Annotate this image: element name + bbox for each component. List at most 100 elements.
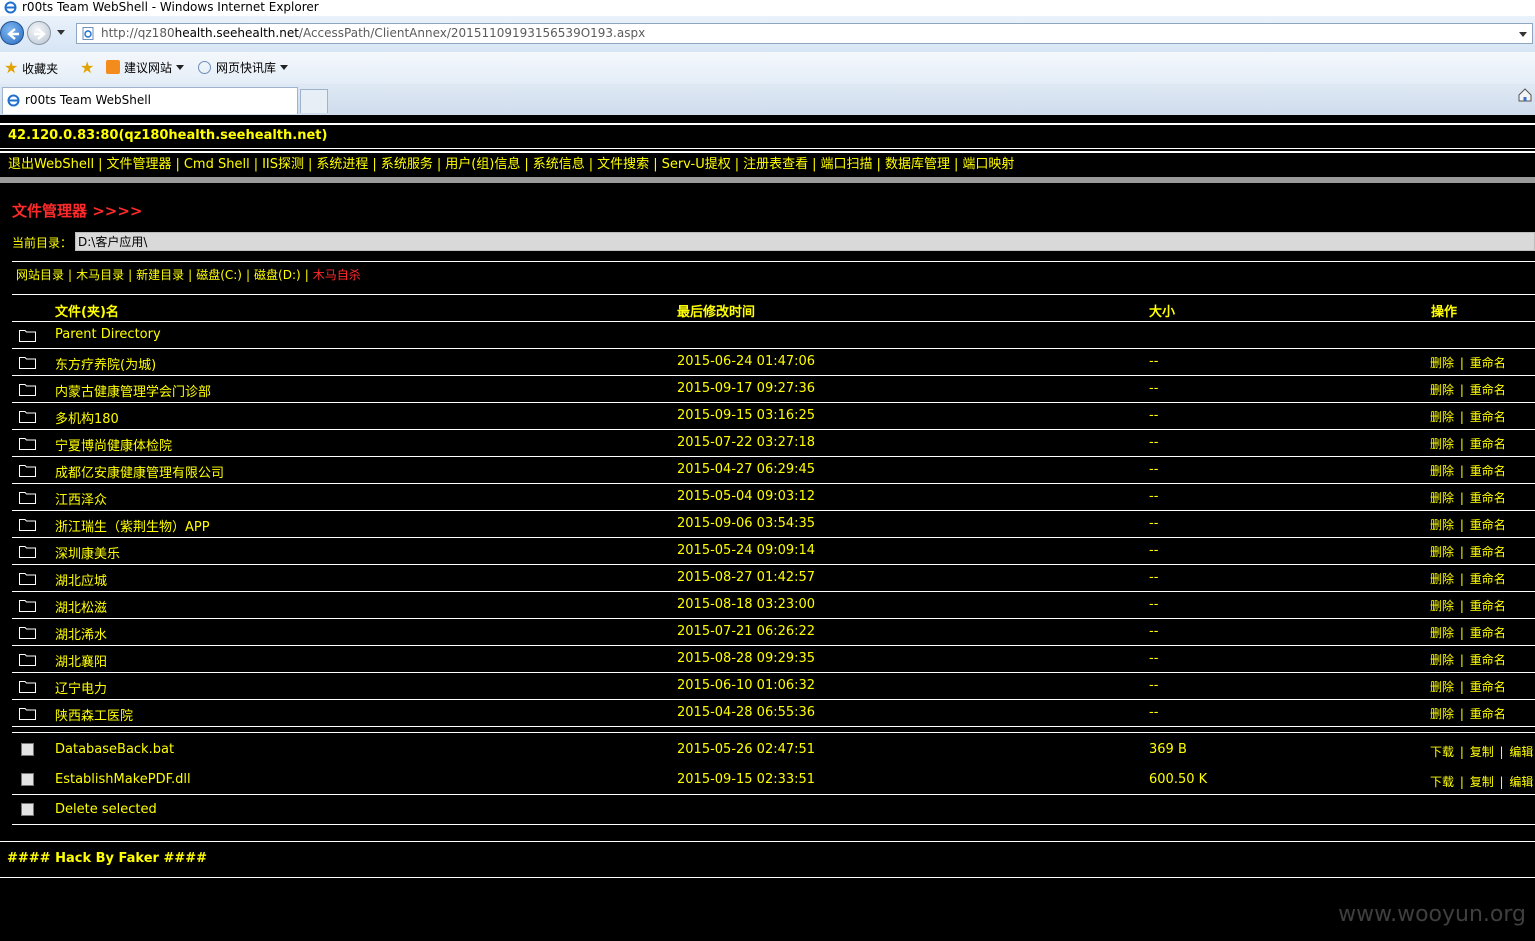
menu-services[interactable]: 系统服务 <box>381 157 433 172</box>
link-site-dir[interactable]: 网站目录 <box>16 268 64 282</box>
tab-webshell[interactable]: r00ts Team WebShell <box>2 87 298 114</box>
forward-button[interactable] <box>27 21 51 45</box>
new-tab-button[interactable] <box>300 89 328 113</box>
folder-name[interactable]: 宁夏博尚健康体检院 <box>55 435 172 454</box>
file-checkbox[interactable] <box>21 743 34 756</box>
file-name[interactable]: EstablishMakePDF.dll <box>55 772 191 787</box>
delete-link[interactable]: 删除 <box>1430 356 1454 370</box>
star-icon: ★ <box>4 58 19 77</box>
rename-link[interactable]: 重命名 <box>1470 680 1506 694</box>
rename-link[interactable]: 重命名 <box>1470 572 1506 586</box>
menu-db-manager[interactable]: 数据库管理 <box>885 157 950 172</box>
copy-link[interactable]: 复制 <box>1470 775 1494 789</box>
rename-link[interactable]: 重命名 <box>1470 356 1506 370</box>
rename-link[interactable]: 重命名 <box>1470 464 1506 478</box>
rename-link[interactable]: 重命名 <box>1470 599 1506 613</box>
link-kill-self[interactable]: 木马自杀 <box>313 268 361 282</box>
delete-link[interactable]: 删除 <box>1430 410 1454 424</box>
folder-name[interactable]: 湖北松滋 <box>55 597 107 616</box>
menu-exit-webshell[interactable]: 退出WebShell <box>8 157 94 172</box>
folder-name[interactable]: 多机构180 <box>55 408 119 427</box>
current-dir-input[interactable] <box>75 232 1535 251</box>
home-icon[interactable] <box>1517 87 1533 103</box>
delete-link[interactable]: 删除 <box>1430 599 1454 613</box>
folder-name[interactable]: 辽宁电力 <box>55 678 107 697</box>
folder-name[interactable]: 陕西森工医院 <box>55 705 133 724</box>
menu-registry[interactable]: 注册表查看 <box>743 157 808 172</box>
folder-name[interactable]: 湖北襄阳 <box>55 651 107 670</box>
menu-system-info[interactable]: 系统信息 <box>533 157 585 172</box>
edit-link[interactable]: 编辑 <box>1509 775 1533 789</box>
rename-link[interactable]: 重命名 <box>1470 545 1506 559</box>
file-size: 369 B <box>1149 742 1187 757</box>
link-new-dir[interactable]: 新建目录 <box>136 268 184 282</box>
menu-port-scan[interactable]: 端口扫描 <box>821 157 873 172</box>
tab-bar: r00ts Team WebShell <box>0 84 1535 115</box>
folder-row: 多机构180 2015-09-15 03:16:25 -- 删除 | 重命名 <box>12 403 1535 430</box>
url-input[interactable]: http://qz180health.seehealth.net/AccessP… <box>76 23 1533 44</box>
delete-link[interactable]: 删除 <box>1430 491 1454 505</box>
delete-link[interactable]: 删除 <box>1430 545 1454 559</box>
menu-file-search[interactable]: 文件搜索 <box>597 157 649 172</box>
menu-port-map[interactable]: 端口映射 <box>962 157 1014 172</box>
menu-cmd-shell[interactable]: Cmd Shell <box>184 157 250 172</box>
delete-link[interactable]: 删除 <box>1430 626 1454 640</box>
web-slice-gallery-button[interactable]: 网页快讯库 <box>198 60 289 76</box>
column-header-size: 大小 <box>1149 305 1176 320</box>
parent-directory-link[interactable]: Parent Directory <box>55 327 161 342</box>
copy-link[interactable]: 复制 <box>1470 745 1494 759</box>
add-favorite-button[interactable]: ★ <box>80 60 94 77</box>
rename-link[interactable]: 重命名 <box>1470 653 1506 667</box>
folder-name[interactable]: 东方疗养院(为城) <box>55 354 156 373</box>
edit-link[interactable]: 编辑 <box>1509 745 1533 759</box>
rename-link[interactable]: 重命名 <box>1470 707 1506 721</box>
shell-menu: 退出WebShell | 文件管理器 | Cmd Shell | IIS探测 | 系统进程 | 系统… <box>0 151 1535 179</box>
link-trojan-dir[interactable]: 木马目录 <box>76 268 124 282</box>
download-link[interactable]: 下载 <box>1430 775 1454 789</box>
menu-user-info[interactable]: 用户(组)信息 <box>445 157 520 172</box>
folder-name[interactable]: 深圳康美乐 <box>55 543 120 562</box>
folder-name[interactable]: 内蒙古健康管理学会门诊部 <box>55 381 211 400</box>
arrow-left-icon <box>7 28 19 40</box>
folder-modified: 2015-04-28 06:55:36 <box>677 705 816 720</box>
history-dropdown-icon[interactable] <box>57 30 65 35</box>
add-favorite-icon: ★ <box>80 58 95 77</box>
delete-link[interactable]: 删除 <box>1430 707 1454 721</box>
delete-link[interactable]: 删除 <box>1430 518 1454 532</box>
select-all-checkbox[interactable] <box>21 803 34 816</box>
menu-file-manager[interactable]: 文件管理器 <box>106 157 171 172</box>
delete-link[interactable]: 删除 <box>1430 464 1454 478</box>
folder-name[interactable]: 浙江瑞生（紫荆生物）APP <box>55 516 210 535</box>
folder-name[interactable]: 湖北浠水 <box>55 624 107 643</box>
menu-servu-privesc[interactable]: Serv-U提权 <box>662 157 731 172</box>
delete-link[interactable]: 删除 <box>1430 680 1454 694</box>
menu-iis-probe[interactable]: IIS探测 <box>262 157 304 172</box>
folder-size: -- <box>1149 651 1159 666</box>
rename-link[interactable]: 重命名 <box>1470 410 1506 424</box>
parent-directory-row[interactable]: Parent Directory <box>12 322 1535 349</box>
link-drive-d[interactable]: 磁盘(D:) <box>254 268 301 282</box>
folder-name[interactable]: 成都亿安康健康管理有限公司 <box>55 462 224 481</box>
folder-name[interactable]: 湖北应城 <box>55 570 107 589</box>
favorites-button[interactable]: ★ 收藏夹 <box>4 60 58 77</box>
url-dropdown-icon[interactable] <box>1519 32 1527 37</box>
rename-link[interactable]: 重命名 <box>1470 626 1506 640</box>
folder-modified: 2015-08-28 09:29:35 <box>677 651 816 666</box>
link-drive-c[interactable]: 磁盘(C:) <box>196 268 242 282</box>
back-button[interactable] <box>0 21 24 45</box>
folder-name[interactable]: 江西泽众 <box>55 489 107 508</box>
delete-link[interactable]: 删除 <box>1430 572 1454 586</box>
rename-link[interactable]: 重命名 <box>1470 383 1506 397</box>
rename-link[interactable]: 重命名 <box>1470 491 1506 505</box>
menu-processes[interactable]: 系统进程 <box>316 157 368 172</box>
delete-link[interactable]: 删除 <box>1430 437 1454 451</box>
suggested-sites-button[interactable]: 建议网站 <box>106 60 185 76</box>
download-link[interactable]: 下载 <box>1430 745 1454 759</box>
rename-link[interactable]: 重命名 <box>1470 518 1506 532</box>
delete-selected-button[interactable]: Delete selected <box>55 802 157 817</box>
delete-link[interactable]: 删除 <box>1430 383 1454 397</box>
delete-link[interactable]: 删除 <box>1430 653 1454 667</box>
file-name[interactable]: DatabaseBack.bat <box>55 742 174 757</box>
rename-link[interactable]: 重命名 <box>1470 437 1506 451</box>
file-checkbox[interactable] <box>21 773 34 786</box>
